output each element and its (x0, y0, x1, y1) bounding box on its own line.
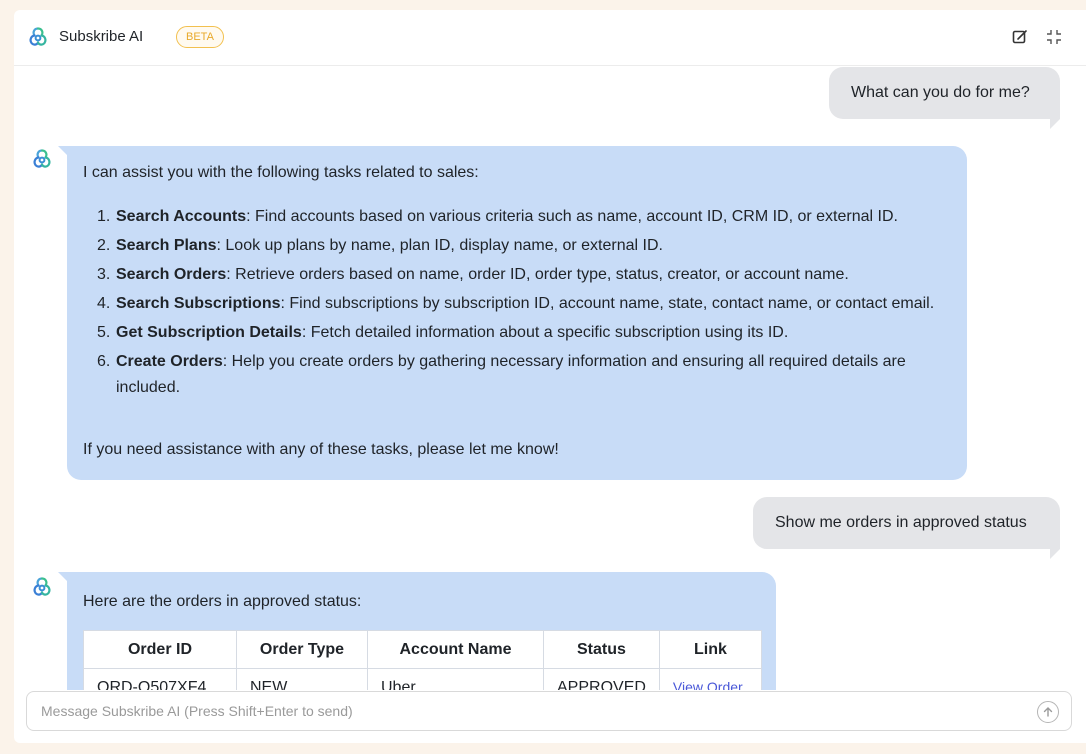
column-header: Order Type (236, 630, 368, 669)
order-id-cell: ORD-Q507XF4 (83, 668, 237, 690)
table-row: ORD-Q507XF4 NEW Uber APPROVED View Order (83, 668, 762, 691)
orders-table: Order ID Order Type Account Name Status … (83, 630, 762, 690)
app-title: Subskribe AI (59, 28, 144, 45)
list-item: 3. Search Orders: Retrieve orders based o… (97, 266, 849, 283)
user-message-tail (1050, 549, 1060, 559)
capabilities-list: 1. Search Accounts: Find accounts based o… (83, 204, 953, 404)
new-chat-button[interactable] (1010, 27, 1030, 47)
chat-messages: What can you do for me? I can assist you… (14, 67, 1086, 690)
collapse-button[interactable] (1044, 27, 1064, 47)
collapse-icon (1047, 30, 1061, 44)
user-message: What can you do for me? (829, 67, 1060, 119)
column-header: Account Name (367, 630, 544, 669)
order-type-cell: NEW (236, 668, 368, 690)
table-header-row: Order ID Order Type Account Name Status … (83, 630, 762, 669)
list-item: 4. Search Subscriptions: Find subscriptio… (97, 295, 935, 312)
assistant-message: I can assist you with the following task… (67, 146, 967, 480)
list-item: 2. Search Plans: Look up plans by name, p… (97, 237, 663, 254)
send-button[interactable] (1037, 701, 1059, 723)
status-cell: APPROVED (543, 668, 660, 690)
column-header: Order ID (83, 630, 237, 669)
assistant-message: Here are the orders in approved status: … (67, 572, 776, 690)
assistant-intro-text: I can assist you with the following task… (83, 164, 479, 181)
link-cell: View Order (658, 668, 762, 691)
assistant-outro-text: If you need assistance with any of these… (83, 441, 559, 458)
user-message-tail (1050, 119, 1060, 129)
chat-panel: Subskribe AI BETA What can you do for me… (14, 10, 1086, 743)
list-item: 6. Create Orders: Help you create orders … (97, 353, 906, 396)
column-header: Status (543, 630, 660, 669)
assistant-avatar-icon (33, 577, 51, 596)
beta-badge: BETA (176, 26, 224, 48)
arrow-up-icon (1043, 707, 1053, 717)
list-item: 1. Search Accounts: Find accounts based o… (97, 208, 898, 225)
list-item: 5. Get Subscription Details: Fetch detail… (97, 324, 789, 341)
subskribe-logo-icon (29, 27, 47, 46)
assistant-avatar-icon (33, 149, 51, 168)
assistant-intro-text: Here are the orders in approved status: (83, 593, 362, 610)
view-order-link[interactable]: View Order (673, 679, 743, 691)
user-message: Show me orders in approved status (753, 497, 1060, 549)
edit-icon (1012, 30, 1027, 44)
chat-header: Subskribe AI BETA (14, 10, 1086, 66)
message-composer (26, 691, 1072, 731)
account-name-cell: Uber (367, 668, 544, 690)
column-header: Link (658, 630, 762, 669)
message-input[interactable] (41, 701, 1001, 721)
